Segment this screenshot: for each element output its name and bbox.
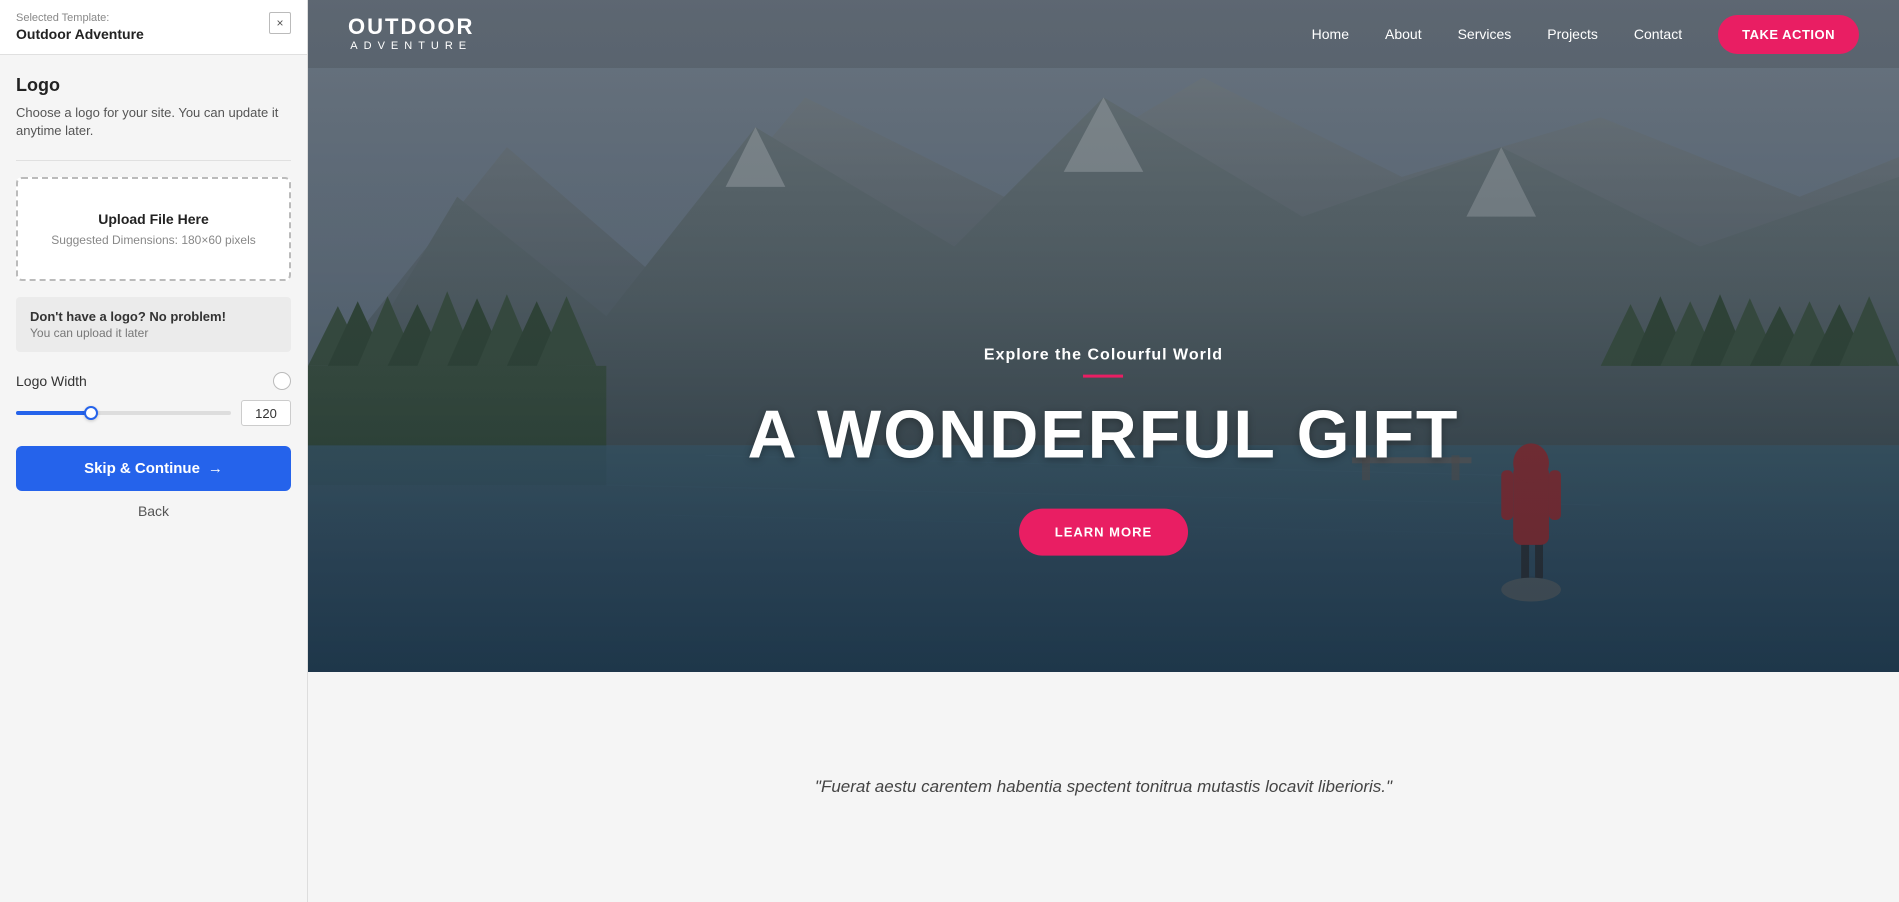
learn-more-button[interactable]: LEARN MORE: [1019, 508, 1188, 555]
slider-fill: [16, 411, 91, 415]
nav-projects[interactable]: Projects: [1547, 26, 1598, 42]
hero-subtitle: Explore the Colourful World: [748, 347, 1460, 365]
no-logo-title: Don't have a logo? No problem!: [30, 309, 277, 324]
logo-width-header: Logo Width: [16, 372, 291, 390]
hero-background: [308, 0, 1899, 672]
nav-home[interactable]: Home: [1312, 26, 1349, 42]
upload-box-title: Upload File Here: [34, 211, 273, 227]
selected-template-label: Selected Template:: [16, 12, 144, 24]
panel-header-text: Selected Template: Outdoor Adventure: [16, 12, 144, 42]
hero-divider: [1084, 375, 1124, 378]
back-link[interactable]: Back: [16, 503, 291, 519]
upload-box[interactable]: Upload File Here Suggested Dimensions: 1…: [16, 177, 291, 281]
logo-width-input[interactable]: 120: [241, 400, 291, 426]
slider-container: 120: [16, 400, 291, 426]
preview-navbar: OUTDOOR ADVENTURE Home About Services Pr…: [308, 0, 1899, 68]
template-name: Outdoor Adventure: [16, 26, 144, 42]
nav-about[interactable]: About: [1385, 26, 1422, 42]
nav-contact[interactable]: Contact: [1634, 26, 1682, 42]
hero-title: A WONDERFUL GIFT: [748, 398, 1460, 473]
brand-main-text: OUTDOOR: [348, 16, 474, 38]
left-panel: Selected Template: Outdoor Adventure × L…: [0, 0, 308, 902]
logo-section-desc: Choose a logo for your site. You can upd…: [16, 104, 291, 140]
nav-links: Home About Services Projects Contact TAK…: [1312, 15, 1859, 54]
nav-services[interactable]: Services: [1458, 26, 1512, 42]
brand-logo: OUTDOOR ADVENTURE: [348, 16, 474, 52]
skip-continue-label: Skip & Continue: [84, 460, 200, 477]
hero-content: Explore the Colourful World A WONDERFUL …: [748, 347, 1460, 556]
no-logo-box: Don't have a logo? No problem! You can u…: [16, 297, 291, 352]
collapse-handle[interactable]: [307, 431, 308, 471]
divider-top: [16, 160, 291, 161]
logo-width-label: Logo Width: [16, 373, 87, 389]
slider-track[interactable]: [16, 411, 231, 415]
panel-body: Logo Choose a logo for your site. You ca…: [0, 55, 307, 902]
preview-area: OUTDOOR ADVENTURE Home About Services Pr…: [308, 0, 1899, 902]
no-logo-subtitle: You can upload it later: [30, 326, 277, 340]
logo-width-info-icon[interactable]: [273, 372, 291, 390]
brand-sub-text: ADVENTURE: [350, 40, 472, 52]
skip-continue-button[interactable]: Skip & Continue →: [16, 446, 291, 491]
take-action-button[interactable]: TAKE ACTION: [1718, 15, 1859, 54]
close-button[interactable]: ×: [269, 12, 291, 34]
quote-section: "Fuerat aestu carentem habentia spectent…: [308, 672, 1899, 902]
logo-width-section: Logo Width 120: [16, 372, 291, 426]
upload-box-subtitle: Suggested Dimensions: 180×60 pixels: [34, 233, 273, 247]
slider-thumb[interactable]: [84, 406, 98, 420]
arrow-icon: →: [208, 460, 223, 477]
mountain-svg: [308, 0, 1899, 672]
panel-header: Selected Template: Outdoor Adventure ×: [0, 0, 307, 55]
logo-section-title: Logo: [16, 75, 291, 96]
quote-text: "Fuerat aestu carentem habentia spectent…: [815, 774, 1392, 800]
